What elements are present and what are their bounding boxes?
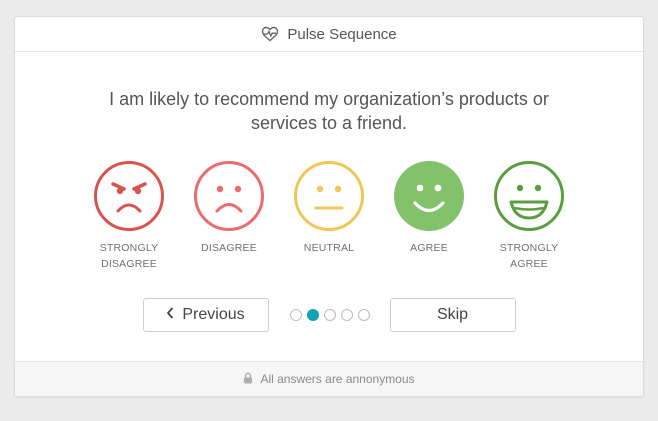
survey-navigation: Previous Skip (15, 298, 643, 332)
option-agree[interactable]: AGREE (393, 160, 465, 272)
previous-label: Previous (182, 306, 245, 323)
progress-dot (340, 309, 353, 321)
progress-dot-active (306, 309, 319, 321)
heartbeat-icon (261, 26, 279, 42)
very-angry-face-icon (94, 161, 164, 231)
option-neutral[interactable]: NEUTRAL (293, 160, 365, 272)
skip-button[interactable]: Skip (389, 298, 516, 332)
chevron-left-icon (166, 306, 174, 324)
lock-icon (243, 372, 253, 387)
neutral-face-icon (294, 161, 364, 231)
progress-dot (357, 309, 370, 321)
option-label: STRONGLY AGREE (499, 242, 559, 270)
progress-dots (289, 309, 370, 321)
sad-face-icon (194, 161, 264, 231)
option-label: AGREE (410, 242, 448, 254)
option-disagree[interactable]: DISAGREE (193, 160, 265, 272)
previous-button[interactable]: Previous (142, 298, 269, 332)
survey-card: Pulse Sequence I am likely to recommend … (14, 16, 644, 397)
option-strongly-agree[interactable]: STRONGLY AGREE (493, 160, 565, 272)
question-text: I am likely to recommend my organization… (109, 89, 549, 133)
rating-options: STRONGLY DISAGREE DISAGREE NEUTRAL AGREE… (15, 160, 643, 272)
happy-face-icon (394, 161, 464, 231)
progress-dot (289, 309, 302, 321)
card-header: Pulse Sequence (15, 17, 643, 52)
card-footer: All answers are annonymous (15, 361, 643, 396)
survey-question: I am likely to recommend my organization… (15, 87, 643, 135)
anonymous-note: All answers are annonymous (260, 372, 415, 386)
page-title: Pulse Sequence (287, 25, 397, 43)
option-label: STRONGLY DISAGREE (99, 242, 159, 270)
progress-dot (323, 309, 336, 321)
option-label: DISAGREE (201, 242, 257, 254)
option-strongly-disagree[interactable]: STRONGLY DISAGREE (93, 160, 165, 272)
option-label: NEUTRAL (303, 242, 355, 254)
skip-label: Skip (436, 306, 469, 323)
grinning-face-icon (494, 161, 564, 231)
